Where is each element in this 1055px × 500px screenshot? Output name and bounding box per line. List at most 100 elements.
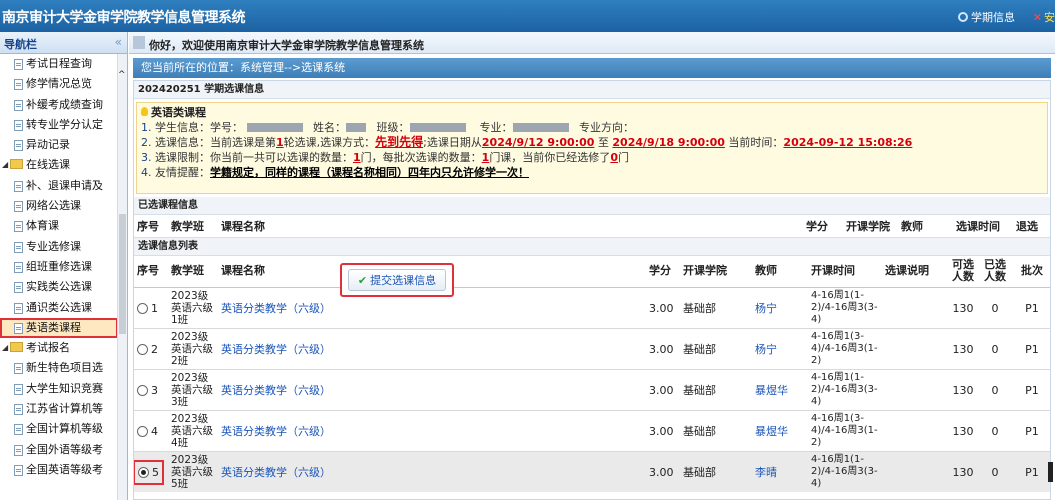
course-radio[interactable] (138, 466, 149, 478)
document-icon (14, 59, 23, 70)
column-header: 序号 (134, 255, 168, 288)
sidebar-folder[interactable]: ◢ 在线选课 (0, 155, 118, 175)
list-section-title: 选课信息列表 (134, 237, 1050, 256)
sidebar-item[interactable]: 专业选修课 (0, 237, 118, 257)
sidebar-item-label: 修学情况总览 (26, 77, 92, 91)
course-radio-wrap[interactable]: 3 (137, 384, 158, 397)
sidebar-item[interactable]: 通识类公选课 (0, 298, 118, 318)
column-header: 序号 (134, 215, 168, 238)
select-cell: 2 (134, 328, 168, 370)
sidebar-item-label: 异动记录 (26, 138, 70, 152)
sidebar-item[interactable]: 全国英语等级考 (0, 460, 118, 480)
course-name-text[interactable]: 英语分类教学（六级） (221, 384, 331, 397)
sidebar-item[interactable]: 异动记录 (0, 135, 118, 155)
capacity: 130 (948, 410, 978, 452)
teacher-text[interactable]: 杨宁 (755, 302, 777, 315)
sidebar-item[interactable]: 补、退课申请及 (0, 176, 118, 196)
course-radio-wrap[interactable]: 5 (134, 459, 164, 485)
course-radio[interactable] (137, 302, 148, 314)
term-info-link[interactable]: 学期信息 (958, 9, 1015, 25)
table-row[interactable]: 5 2023级英语六级5班 英语分类教学（六级） 3.00 基础部 李晴 4-16周1(1-… (134, 451, 1050, 492)
notice-box: 英语类课程 1. 学生信息：学号： 姓名： 班级： 专业： 专业方向： 2. 选课信… (136, 102, 1048, 194)
table-row[interactable]: 2 2023级英语六级2班 英语分类教学（六级） 3.00 基础部 杨宁 4-16周1(3-… (134, 328, 1050, 370)
sidebar-item[interactable]: 全国计算机等级 (0, 419, 118, 439)
sidebar-item[interactable]: 英语类课程 (0, 317, 118, 339)
sidebar-folder[interactable]: ◢ 考试报名 (0, 338, 118, 358)
sidebar-scrollbar[interactable]: ^ (117, 54, 127, 500)
submit-selection-button[interactable]: ✔ 提交选课信息 (340, 263, 454, 297)
sidebar-item[interactable]: 全国外语等级考 (0, 440, 118, 460)
course-radio[interactable] (137, 425, 148, 437)
expand-arrow-icon[interactable]: ◢ (2, 338, 8, 358)
teacher-text[interactable]: 李晴 (755, 466, 777, 479)
course-radio[interactable] (137, 384, 148, 396)
college-text: 基础部 (683, 466, 716, 479)
column-header: 学分 (803, 215, 843, 238)
teacher[interactable]: 暴煜华 (752, 369, 808, 411)
scroll-up-icon[interactable]: ^ (118, 70, 126, 80)
teacher[interactable]: 杨宁 (752, 328, 808, 370)
sidebar-item[interactable]: 江苏省计算机等 (0, 399, 118, 419)
college-text: 基础部 (683, 343, 716, 356)
student-id-label: 学生信息：学号： (155, 121, 243, 134)
course-radio-wrap[interactable]: 1 (137, 302, 158, 315)
document-icon (14, 119, 23, 131)
batch: P1 (1012, 410, 1050, 452)
teacher-text[interactable]: 杨宁 (755, 343, 777, 356)
teacher[interactable]: 李晴 (752, 451, 808, 492)
sidebar-item[interactable]: 考试日程查询 (0, 54, 118, 74)
course-name-text[interactable]: 英语分类教学（六级） (221, 466, 331, 479)
class-name: 2023级英语六级3班 (168, 369, 218, 411)
column-header: 退选 (1013, 215, 1050, 238)
column-header: 开课时间 (808, 255, 882, 288)
credit: 3.00 (646, 410, 680, 452)
select-cell: 4 (134, 410, 168, 452)
course-name[interactable]: 英语分类教学（六级） (218, 369, 646, 411)
document-icon (14, 464, 23, 476)
course-time-text: 4-16周1(1-2)/4-16周3(3-4) (811, 290, 878, 325)
table-row[interactable]: 1 2023级英语六级1班 英语分类教学（六级） 3.00 基础部 杨宁 4-16周1(1-… (134, 287, 1050, 329)
submit-button-face[interactable]: ✔ 提交选课信息 (348, 269, 446, 291)
collapse-sidebar-button[interactable]: « (115, 35, 122, 49)
safe-exit-link[interactable]: ✕ 安 (1033, 9, 1055, 25)
sidebar-item[interactable]: 组班重修选课 (0, 257, 118, 277)
table-row[interactable]: 4 2023级英语六级4班 英语分类教学（六级） 3.00 基础部 暴煜华 4-16周1(3… (134, 410, 1050, 452)
selected-count-text: 0 (991, 424, 999, 438)
scrollbar-thumb[interactable] (119, 214, 126, 334)
sidebar-item[interactable]: 补缓考成绩查询 (0, 95, 118, 115)
course-name[interactable]: 英语分类教学（六级） (218, 410, 646, 452)
course-radio-wrap[interactable]: 2 (137, 343, 158, 356)
mode-label: 轮选课,选课方式： (283, 136, 376, 149)
sidebar-item[interactable]: 实践类公选课 (0, 277, 118, 297)
date-label: ;选课日期从 (423, 136, 482, 149)
sidebar-item[interactable]: 大学生知识竞赛 (0, 379, 118, 399)
course-name-text[interactable]: 英语分类教学（六级） (221, 343, 331, 356)
table-row[interactable]: 3 2023级英语六级3班 英语分类教学（六级） 3.00 基础部 暴煜华 4-16周1(1… (134, 369, 1050, 411)
sidebar-item[interactable]: 新生特色项目选 (0, 358, 118, 378)
sidebar-title: 导航栏 (4, 38, 37, 51)
course-radio-wrap[interactable]: 4 (137, 425, 158, 438)
column-header: 已选人数 (978, 255, 1012, 288)
welcome-bar: 你好，欢迎使用南京审计大学金审学院教学信息管理系统 (129, 32, 1055, 54)
course-name[interactable]: 英语分类教学（六级） (218, 328, 646, 370)
sidebar-item[interactable]: 体育课 (0, 216, 118, 236)
document-icon (14, 201, 23, 213)
row-number: 4 (151, 424, 158, 438)
expand-arrow-icon[interactable]: ◢ (2, 155, 8, 175)
course-name-text[interactable]: 英语分类教学（六级） (221, 425, 331, 438)
teacher-text[interactable]: 暴煜华 (755, 384, 788, 397)
round-number: 1 (276, 136, 284, 149)
breadcrumb: 您当前所在的位置：系统管理-->选课系统 (133, 58, 1051, 78)
limit-text-b: 门，每批次选课的数量： (360, 151, 482, 164)
course-radio[interactable] (137, 343, 148, 355)
teacher-text[interactable]: 暴煜华 (755, 425, 788, 438)
course-name-text[interactable]: 英语分类教学（六级） (221, 302, 331, 315)
course-name[interactable]: 英语分类教学（六级） (218, 451, 646, 492)
batch-text: P1 (1025, 465, 1039, 479)
teacher[interactable]: 杨宁 (752, 287, 808, 329)
sidebar-item[interactable]: 转专业学分认定 (0, 115, 118, 135)
sidebar-item[interactable]: 网络公选课 (0, 196, 118, 216)
selected-count: 0 (978, 410, 1012, 452)
teacher[interactable]: 暴煜华 (752, 410, 808, 452)
sidebar-item[interactable]: 修学情况总览 (0, 74, 118, 94)
